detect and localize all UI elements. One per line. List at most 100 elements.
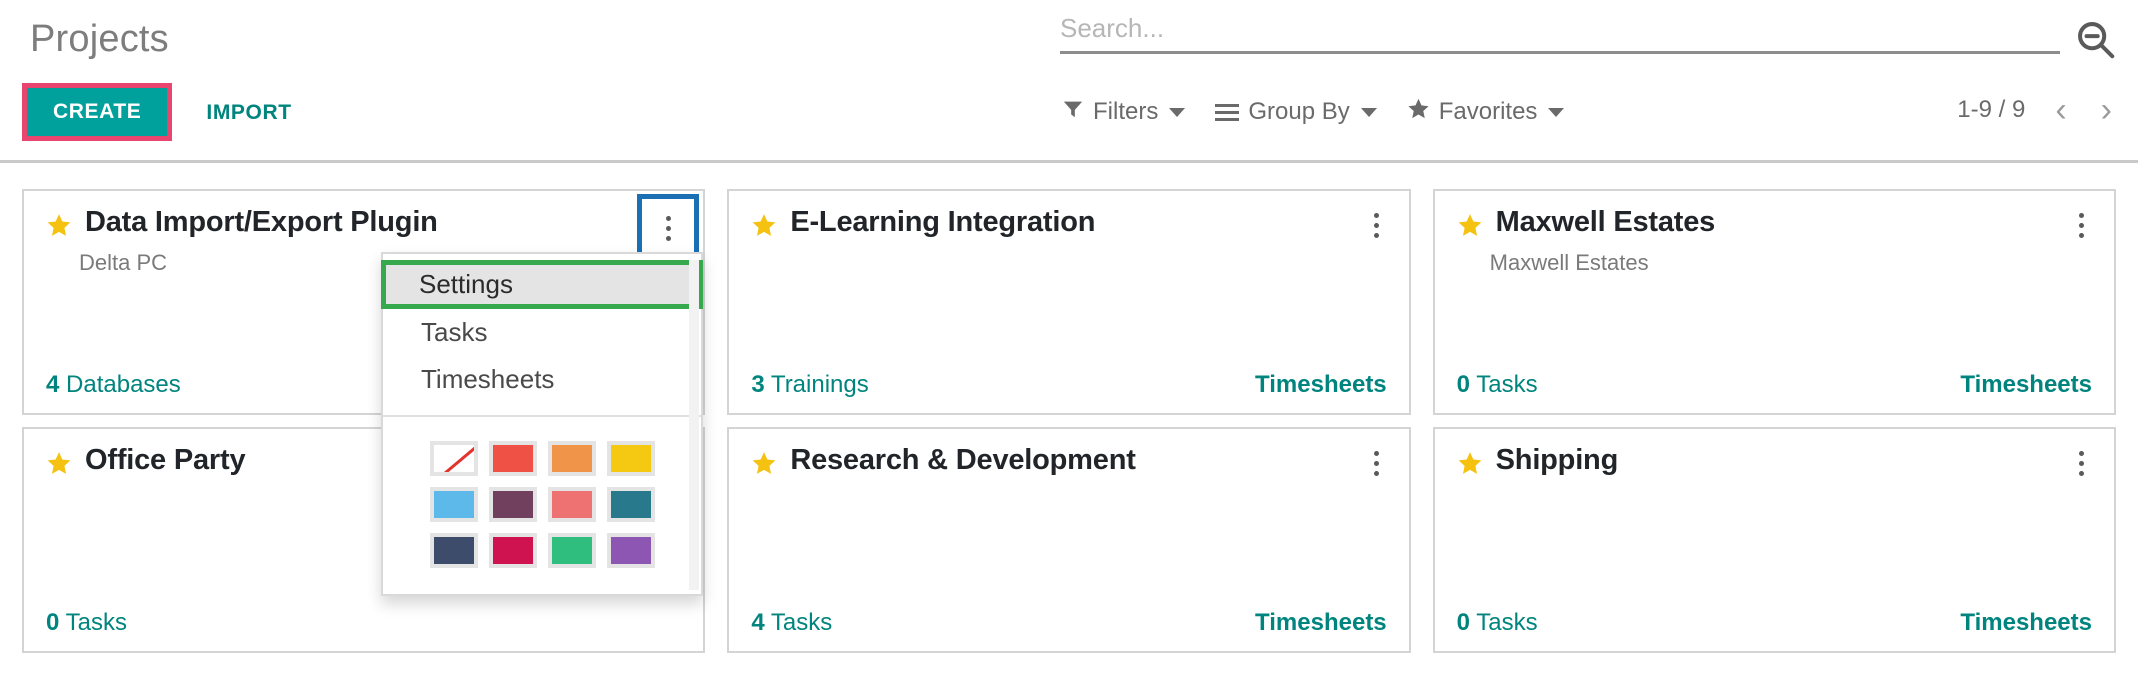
- card-stat-value: 4: [751, 609, 765, 636]
- card-stat-value: 0: [1456, 609, 1471, 636]
- favorite-star-icon[interactable]: [46, 450, 72, 481]
- chevron-down-icon: [1548, 107, 1565, 117]
- color-swatch-plum[interactable]: [488, 487, 537, 522]
- filters-dropdown[interactable]: Filters: [1060, 96, 1187, 129]
- card-title: Data Import/Export Plugin: [85, 206, 438, 238]
- pager: 1-9 / 9 ‹ ›: [1957, 93, 2116, 127]
- card-stat[interactable]: 0 Tasks: [46, 609, 127, 637]
- search-bar[interactable]: [1060, 13, 2060, 54]
- color-swatch-light-blue[interactable]: [429, 487, 478, 522]
- create-button[interactable]: CREATE: [27, 88, 168, 136]
- search-minus-icon-glyph: [2078, 22, 2115, 59]
- color-swatch-purple[interactable]: [606, 533, 655, 568]
- color-swatch-navy[interactable]: [429, 533, 478, 568]
- search-input[interactable]: [1060, 13, 2060, 44]
- kanban-row: Office Party 0 Tasks Research & Developm…: [22, 427, 2116, 653]
- projects-kanban-page: Projects CREATE IMPORT Search... Filters…: [0, 0, 2138, 686]
- star-icon-glyph: [1408, 98, 1429, 119]
- favorites-dropdown[interactable]: Favorites: [1405, 95, 1567, 129]
- card-stat-label: Tasks: [1476, 371, 1538, 398]
- card-title: Office Party: [85, 444, 246, 476]
- timesheets-link[interactable]: Timesheets: [1255, 609, 1387, 637]
- card-stat-value: 4: [46, 371, 60, 398]
- card-stat-label: Tasks: [65, 609, 127, 636]
- project-card[interactable]: Maxwell Estates Maxwell Estates 0 Tasks …: [1432, 189, 2116, 415]
- card-header: Maxwell Estates: [1457, 206, 2092, 243]
- card-footer: 3 Trainings Timesheets: [751, 371, 1386, 399]
- favorites-label: Favorites: [1438, 98, 1538, 125]
- color-swatch-salmon[interactable]: [547, 487, 596, 522]
- card-subtitle: Maxwell Estates: [1489, 250, 1649, 275]
- card-stat-value: 0: [1456, 371, 1471, 398]
- color-swatch-green[interactable]: [547, 533, 596, 568]
- prev-page-button[interactable]: ‹: [2051, 93, 2070, 127]
- color-swatch-magenta[interactable]: [488, 533, 537, 568]
- favorite-star-icon-glyph: [47, 214, 71, 236]
- card-stat-label: Trainings: [770, 371, 869, 398]
- kanban-row: Data Import/Export Plugin Delta PC 4 Dat…: [22, 189, 2116, 415]
- card-footer: 0 Tasks: [46, 609, 681, 637]
- card-header: Research & Development: [751, 444, 1386, 481]
- color-swatch-teal[interactable]: [606, 487, 655, 522]
- color-swatch-none[interactable]: [429, 441, 478, 476]
- filters-label: Filters: [1093, 98, 1159, 125]
- card-stat-label: Tasks: [1476, 609, 1538, 636]
- favorite-star-icon[interactable]: [751, 212, 777, 243]
- favorite-star-icon-glyph: [47, 452, 71, 474]
- next-page-button[interactable]: ›: [2097, 93, 2116, 127]
- card-menu-button[interactable]: [2064, 203, 2100, 247]
- action-button-row: CREATE IMPORT: [22, 83, 300, 141]
- favorite-star-icon[interactable]: [1457, 450, 1483, 481]
- card-footer: 4 Tasks Timesheets: [751, 609, 1386, 637]
- favorite-star-icon[interactable]: [46, 212, 72, 243]
- favorite-star-icon-glyph: [1458, 214, 1482, 236]
- card-stat[interactable]: 0 Tasks: [1457, 609, 1538, 637]
- card-title: Research & Development: [790, 444, 1136, 476]
- color-swatch-yellow[interactable]: [606, 441, 655, 476]
- card-stat-label: Tasks: [770, 609, 833, 636]
- timesheets-link[interactable]: Timesheets: [1960, 609, 2092, 637]
- filter-controls: Filters Group By Favorites: [1060, 95, 1566, 129]
- card-title: Shipping: [1495, 444, 1619, 476]
- funnel-icon-glyph: [1063, 101, 1083, 117]
- color-swatch-orange[interactable]: [547, 441, 596, 476]
- dropdown-scrollbar[interactable]: [689, 260, 699, 590]
- import-button[interactable]: IMPORT: [198, 88, 299, 137]
- group-by-label: Group By: [1248, 98, 1350, 125]
- menu-item-tasks[interactable]: Tasks: [383, 309, 701, 356]
- card-stat[interactable]: 3 Trainings: [751, 371, 868, 399]
- create-button-highlight: CREATE: [22, 83, 173, 141]
- card-stat[interactable]: 4 Tasks: [751, 609, 832, 637]
- card-menu-button[interactable]: [1359, 203, 1395, 247]
- timesheets-link[interactable]: Timesheets: [1255, 371, 1387, 399]
- kanban-grid: Data Import/Export Plugin Delta PC 4 Dat…: [0, 163, 2138, 686]
- menu-item-settings[interactable]: Settings: [381, 260, 703, 309]
- project-card[interactable]: Research & Development 4 Tasks Timesheet…: [727, 427, 1411, 653]
- card-header: Shipping: [1457, 444, 2092, 481]
- card-menu-button[interactable]: [2064, 441, 2100, 485]
- color-palette: [383, 417, 701, 584]
- favorite-star-icon-glyph: [752, 452, 776, 474]
- project-card[interactable]: Shipping 0 Tasks Timesheets: [1432, 427, 2116, 653]
- group-by-dropdown[interactable]: Group By: [1213, 96, 1378, 128]
- color-palette-row: [429, 533, 655, 568]
- color-swatch-red[interactable]: [488, 441, 537, 476]
- card-footer: 0 Tasks Timesheets: [1457, 609, 2092, 637]
- search-minus-icon[interactable]: [2072, 16, 2118, 62]
- favorite-star-icon[interactable]: [751, 450, 777, 481]
- card-menu-button[interactable]: [1359, 441, 1395, 485]
- timesheets-link[interactable]: Timesheets: [1960, 371, 2092, 399]
- card-stat[interactable]: 0 Tasks: [1457, 371, 1538, 399]
- favorite-star-icon[interactable]: [1457, 212, 1483, 243]
- project-card[interactable]: E-Learning Integration 3 Trainings Times…: [727, 189, 1411, 415]
- card-title: Maxwell Estates: [1495, 206, 1716, 238]
- favorite-star-icon-glyph: [752, 214, 776, 236]
- card-stat[interactable]: 4 Databases: [46, 371, 181, 399]
- menu-item-timesheets[interactable]: Timesheets: [383, 356, 701, 403]
- pager-count: 1-9 / 9: [1957, 96, 2026, 123]
- card-stat-value: 3: [751, 371, 765, 398]
- chevron-down-icon: [1169, 107, 1186, 117]
- favorite-star-icon-glyph: [1458, 452, 1482, 474]
- color-palette-row: [429, 441, 655, 476]
- card-context-menu: Settings Tasks Timesheets: [381, 252, 703, 596]
